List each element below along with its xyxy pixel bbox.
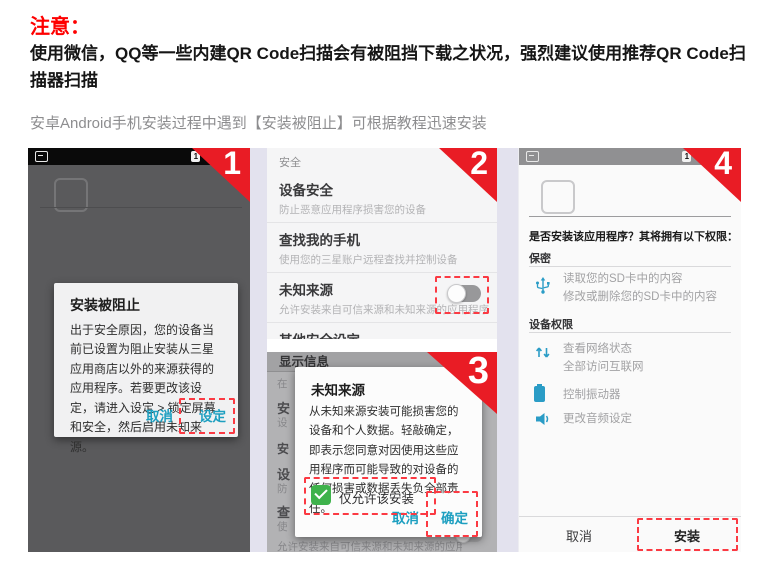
settings-row-unknown-sources[interactable]: 未知来源 允许安装来自可信来源和未知来源的应用程序 — [267, 273, 497, 323]
permission-text: 修改或删除您的SD卡中的内容 — [563, 288, 717, 306]
divider — [529, 266, 731, 267]
settings-row-device-security[interactable]: 设备安全 防止恶意应用程序损害您的设备 — [267, 173, 497, 223]
dialog-title: 安装被阻止 — [70, 295, 140, 315]
screenshot-step2: 2 安全 设备安全 防止恶意应用程序损害您的设备 查找我的手机 使用您的三星账户… — [267, 148, 497, 339]
permission-text: 读取您的SD卡中的内容 — [563, 270, 682, 288]
divider — [519, 516, 741, 517]
row-title: 其他安全设定 — [279, 329, 485, 339]
tutorial-page: 注意： 使用微信，QQ等一些内建QR Code扫描会有被阻挡下载之状况，强烈建议… — [0, 0, 767, 570]
dimmed-text: 安 — [277, 440, 289, 457]
highlight-install-button — [637, 518, 738, 551]
screenshot-step3: 显示信息 在 安 设 安 设 防 查 使 未 允许安装来自可信来源和未知来源的应… — [267, 352, 497, 552]
dialog-title: 未知来源 — [311, 379, 365, 399]
dimmed-text: 在 — [277, 376, 288, 391]
screenshot-step4: 1 4G 7 4 是否安装该应用程序？其将拥有以下权限： 保密 读取您的SD卡中… — [518, 148, 741, 552]
highlight-ok-button — [426, 491, 478, 537]
unknown-sources-dialog: 未知来源 从未知来源安装可能损害您的设备和个人数据。轻敲确定，即表示您同意对因使… — [295, 367, 482, 537]
settings-row-other-security[interactable]: 其他安全设定 更改安全更新和证书存储等其他安全设定 — [267, 323, 497, 339]
row-subtitle: 使用您的三星账户远程查找并控制设备 — [279, 252, 485, 267]
section-privacy: 保密 — [529, 250, 551, 266]
screenshot-step1: 1 4G 7 1 安装被阻止 出于安全原因，您的设备当前已设置为阻止安装从三星应… — [28, 148, 250, 552]
audio-icon — [534, 410, 552, 428]
column-gap — [497, 148, 518, 552]
highlight-toggle — [435, 276, 489, 314]
dialog-body: 出于安全原因，您的设备当前已设置为阻止安装从三星应用商店以外的来源获得的应用程序… — [70, 321, 224, 457]
highlight-checkbox — [304, 477, 436, 515]
usb-icon — [534, 276, 552, 294]
permission-text: 更改音频设定 — [563, 410, 632, 428]
row-title: 查找我的手机 — [279, 229, 485, 249]
permission-text: 全部访问互联网 — [563, 358, 644, 376]
notice-body: 使用微信，QQ等一些内建QR Code扫描会有被阻挡下载之状况，强烈建议使用推荐… — [30, 40, 746, 94]
network-state-icon — [534, 342, 552, 360]
app-icon-placeholder — [541, 180, 575, 214]
settings-row-find-my-phone[interactable]: 查找我的手机 使用您的三星账户远程查找并控制设备 — [267, 223, 497, 273]
notice-title: 注意： — [30, 10, 90, 39]
dimmed-text: 允许安装来自可信来源和未知来源的应用程序 — [277, 539, 462, 552]
memo-icon — [526, 151, 539, 162]
memo-icon — [35, 151, 48, 162]
section-device-permissions: 设备权限 — [529, 316, 573, 332]
dimmed-text: 设 — [277, 415, 288, 430]
divider — [40, 207, 242, 208]
permission-text: 查看网络状态 — [563, 340, 632, 358]
row-subtitle: 防止恶意应用程序损害您的设备 — [279, 202, 485, 217]
column-gap — [250, 148, 267, 552]
vibration-icon — [534, 386, 552, 404]
install-question: 是否安装该应用程序？其将拥有以下权限： — [529, 228, 735, 244]
divider — [529, 332, 731, 333]
row-title: 设备安全 — [279, 179, 485, 199]
cancel-button[interactable]: 取消 — [539, 526, 619, 545]
install-blocked-dialog: 安装被阻止 出于安全原因，您的设备当前已设置为阻止安装从三星应用商店以外的来源获… — [54, 283, 238, 437]
divider — [529, 216, 731, 217]
cancel-button[interactable]: 取消 — [146, 405, 173, 425]
tutorial-subtitle: 安卓Android手机安装过程中遇到【安装被阻止】可根据教程迅速安装 — [30, 112, 487, 133]
highlight-settings-button — [179, 398, 235, 434]
permission-text: 控制振动器 — [563, 386, 621, 404]
step-badge: 4 — [683, 148, 741, 202]
dimmed-text: 防 — [277, 481, 288, 496]
